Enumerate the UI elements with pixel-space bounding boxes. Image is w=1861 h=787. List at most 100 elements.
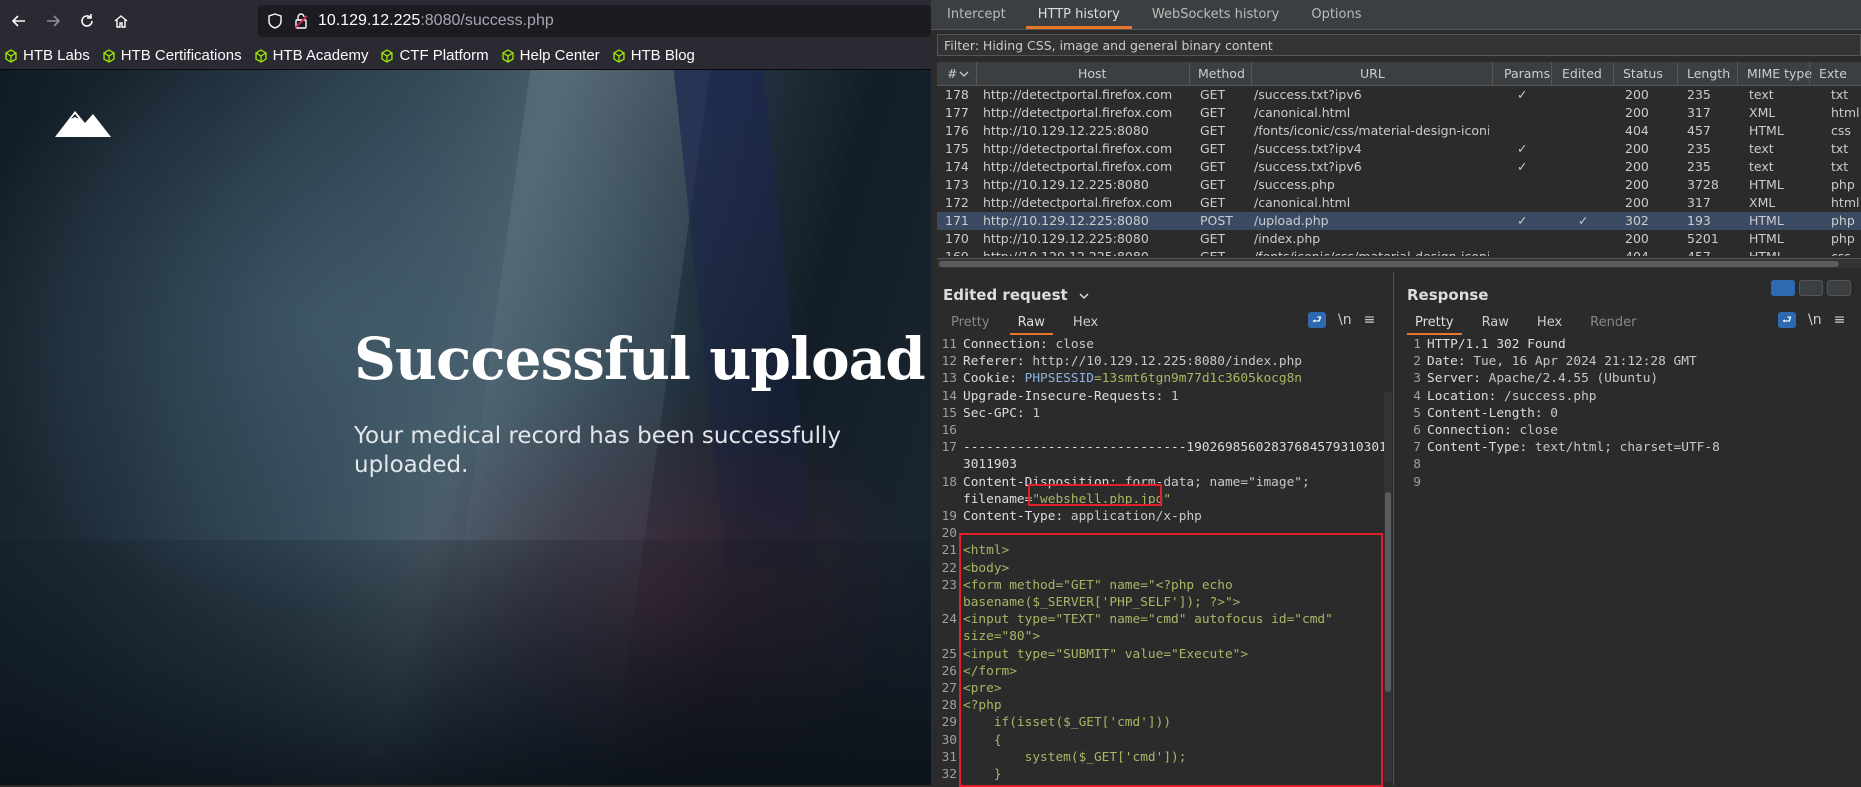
edited-request-pane: Edited request Pretty Raw Hex ⮐ \n ≡ 11 C… <box>931 272 1394 787</box>
forward-arrow-icon[interactable] <box>38 6 68 36</box>
code-token: 1 <box>1171 388 1179 404</box>
response-editor[interactable]: 1 HTTP/1.1 302 Found 2 Date: Tue, 16 Apr 20… <box>1401 336 1851 785</box>
mountain-logo-icon[interactable] <box>55 105 111 137</box>
code-line: Date: Tue, 16 Apr 2024 21:12:28 GMT <box>1427 353 1697 370</box>
bookmark-htb-labs[interactable]: HTB Labs <box>4 47 90 64</box>
htb-cube-icon <box>5 48 17 63</box>
cell-extension: php <box>1831 177 1855 192</box>
line-number: 21 <box>941 543 957 559</box>
cell-number: 176 <box>945 123 969 138</box>
history-row[interactable]: 174 http://detectportal.firefox.com GET/su… <box>937 158 1861 176</box>
cell-host: http://10.129.12.225:8080 <box>983 123 1149 138</box>
history-row[interactable]: 175 http://detectportal.firefox.com GET/su… <box>937 140 1861 158</box>
col-number[interactable]: # <box>947 66 957 81</box>
browser-window: 10.129.12.225:8080/success.php HTB Labs … <box>0 0 931 785</box>
cell-extension: txt <box>1831 87 1849 102</box>
col-edited[interactable]: Edited <box>1562 66 1602 81</box>
address-bar[interactable]: 10.129.12.225:8080/success.php <box>258 5 931 37</box>
layout-single-icon[interactable] <box>1827 280 1851 296</box>
cell-method: GET <box>1200 105 1226 120</box>
cell-extension: txt <box>1831 159 1849 174</box>
home-icon[interactable] <box>106 6 136 36</box>
bookmark-htb-academy[interactable]: HTB Academy <box>254 47 368 64</box>
tab-pretty[interactable]: Pretty <box>937 313 1004 335</box>
history-row[interactable]: 171 http://10.129.12.225:8080 POST/upload.… <box>937 212 1861 230</box>
history-table-header: # Host Method URL Params Edited Status L… <box>937 62 1861 86</box>
history-row[interactable]: 170 http://10.129.12.225:8080 GET/index.ph… <box>937 230 1861 248</box>
cell-extension: html <box>1831 195 1860 210</box>
bookmark-ctf-platform[interactable]: CTF Platform <box>380 47 489 64</box>
cell-url: /fonts/iconic/css/material-design-iconi.… <box>1254 123 1489 138</box>
scrollbar-thumb[interactable] <box>939 261 1839 267</box>
tab-raw[interactable]: Raw <box>1468 313 1523 335</box>
newline-toggle-icon[interactable]: \n <box>1808 312 1822 328</box>
col-host[interactable]: Host <box>1078 66 1106 81</box>
insecure-lock-icon[interactable] <box>292 12 310 30</box>
tab-raw[interactable]: Raw <box>1004 313 1059 335</box>
history-row[interactable]: 173 http://10.129.12.225:8080 GET/success.… <box>937 176 1861 194</box>
bookmark-help-center[interactable]: Help Center <box>501 47 600 64</box>
cell-length: 317 <box>1687 105 1711 120</box>
cell-host: http://10.129.12.225:8080 <box>983 231 1149 246</box>
cell-params: ✓ <box>1517 141 1528 156</box>
tab-hex[interactable]: Hex <box>1059 313 1112 335</box>
col-status[interactable]: Status <box>1623 66 1663 81</box>
cell-method: GET <box>1200 177 1226 192</box>
history-row[interactable]: 177 http://detectportal.firefox.com GET/ca… <box>937 104 1861 122</box>
cell-host: http://detectportal.firefox.com <box>983 105 1173 120</box>
request-pane-title[interactable]: Edited request <box>943 286 1089 304</box>
scrollbar-thumb[interactable] <box>1385 492 1391 692</box>
cell-extension: txt <box>1831 141 1849 156</box>
cell-mime: XML <box>1749 195 1776 210</box>
history-row[interactable]: 176 http://10.129.12.225:8080 GET/fonts/ic… <box>937 122 1861 140</box>
code-token: /success.php <box>1504 388 1597 404</box>
menu-icon[interactable]: ≡ <box>1834 312 1846 328</box>
bookmark-htb-blog[interactable]: HTB Blog <box>612 47 695 64</box>
word-wrap-icon[interactable]: ⮐ <box>1778 312 1796 328</box>
menu-icon[interactable]: ≡ <box>1364 312 1376 328</box>
tab-intercept[interactable]: Intercept <box>931 7 1022 29</box>
line-number: 13 <box>941 371 957 387</box>
tab-pretty[interactable]: Pretty <box>1401 313 1468 335</box>
col-url[interactable]: URL <box>1360 66 1385 81</box>
tracking-shield-icon[interactable] <box>266 12 284 30</box>
tab-options[interactable]: Options <box>1295 7 1377 29</box>
back-arrow-icon[interactable] <box>4 6 34 36</box>
layout-stacked-icon[interactable] <box>1799 280 1823 296</box>
response-view-tabs: Pretty Raw Hex Render <box>1401 313 1650 335</box>
word-wrap-icon[interactable]: ⮐ <box>1308 312 1326 328</box>
col-mime[interactable]: MIME type <box>1747 66 1812 81</box>
sort-chevron-icon[interactable] <box>959 70 969 78</box>
response-editor-tools: ⮐ \n ≡ <box>1778 312 1845 328</box>
col-method[interactable]: Method <box>1198 66 1245 81</box>
col-params[interactable]: Params <box>1504 66 1550 81</box>
request-vertical-scrollbar[interactable] <box>1384 392 1392 782</box>
cell-mime: text <box>1749 141 1774 156</box>
bookmark-htb-certifications[interactable]: HTB Certifications <box>102 47 242 64</box>
line-number: 25 <box>941 646 957 662</box>
tab-websockets-history[interactable]: WebSockets history <box>1136 7 1295 29</box>
tab-hex[interactable]: Hex <box>1523 313 1576 335</box>
chevron-down-icon[interactable] <box>1079 292 1089 300</box>
history-filter-bar[interactable]: Filter: Hiding CSS, image and general bi… <box>937 34 1861 56</box>
newline-toggle-icon[interactable]: \n <box>1338 312 1352 328</box>
cell-mime: HTML <box>1749 231 1784 246</box>
line-number: 2 <box>1413 354 1421 370</box>
reload-icon[interactable] <box>72 6 102 36</box>
history-row[interactable]: 169 http://10.129.12.225:8080 GET/fonts/ic… <box>937 248 1861 256</box>
tab-http-history[interactable]: HTTP history <box>1022 7 1136 29</box>
payload-highlight-box <box>959 533 1383 787</box>
bookmark-label: CTF Platform <box>399 47 489 64</box>
layout-side-by-side-icon[interactable] <box>1771 280 1795 296</box>
col-extension[interactable]: Exte <box>1819 66 1847 81</box>
history-row[interactable]: 172 http://detectportal.firefox.com GET/ca… <box>937 194 1861 212</box>
cell-number: 170 <box>945 231 969 246</box>
code-line: Server: Apache/2.4.55 (Ubuntu) <box>1427 370 1658 387</box>
cell-number: 174 <box>945 159 969 174</box>
cell-mime: HTML <box>1749 249 1784 256</box>
htb-cube-icon <box>381 48 394 63</box>
history-horizontal-scrollbar[interactable] <box>937 258 1861 268</box>
col-length[interactable]: Length <box>1687 66 1730 81</box>
tab-render[interactable]: Render <box>1576 313 1650 335</box>
history-row[interactable]: 178 http://detectportal.firefox.com GET/su… <box>937 86 1861 104</box>
